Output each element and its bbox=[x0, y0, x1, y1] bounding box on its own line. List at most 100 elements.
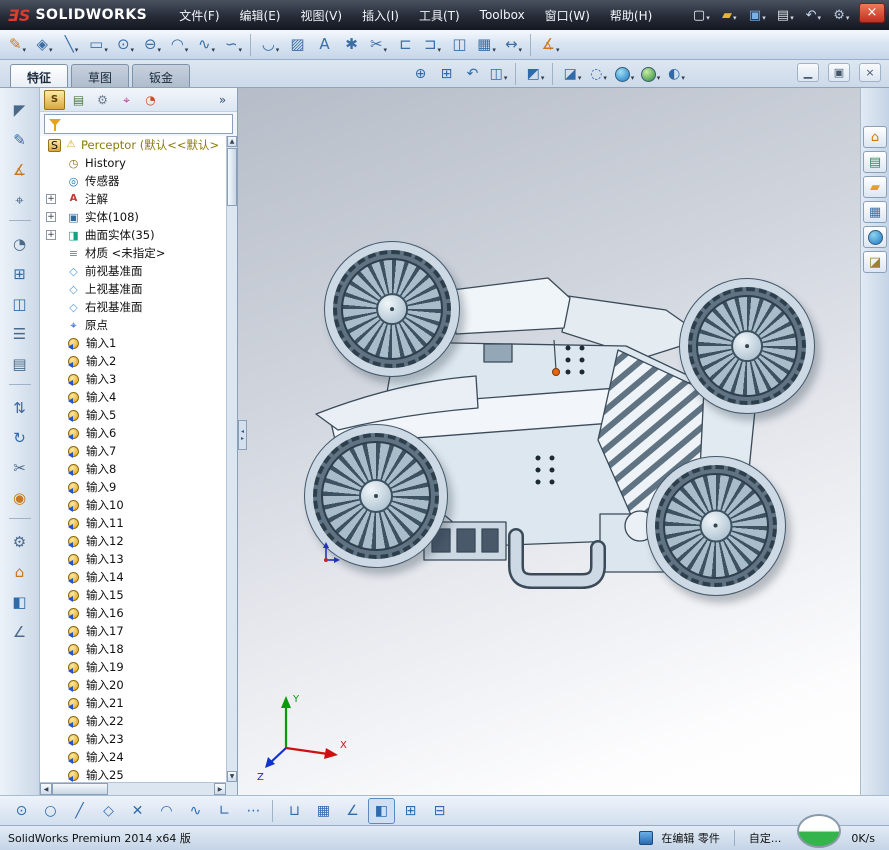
apply-scene-icon[interactable]: ▾ bbox=[638, 63, 663, 86]
tree-filter-input[interactable] bbox=[65, 116, 228, 132]
dropdown-caret[interactable]: ▾ bbox=[185, 46, 189, 57]
sketch-slot-icon[interactable]: ⊖▾ bbox=[139, 32, 166, 58]
design-library-icon[interactable]: ▤ bbox=[863, 151, 887, 173]
print-icon[interactable]: ▤▾ bbox=[772, 4, 798, 26]
tree-item-input-7[interactable]: 输入7 bbox=[40, 442, 226, 460]
tab-sketch[interactable]: 草图 bbox=[71, 64, 129, 87]
tree-item-input-20[interactable]: 输入20 bbox=[40, 676, 226, 694]
shaded-sketch-icon[interactable]: ◧ bbox=[368, 798, 395, 824]
dropdown-caret[interactable]: ▾ bbox=[681, 74, 685, 85]
tree-item-history[interactable]: ◷History bbox=[40, 154, 226, 172]
sketch-text-icon[interactable]: A bbox=[311, 32, 338, 58]
menu-view[interactable]: 视图(V) bbox=[292, 3, 350, 28]
tree-item-input-23[interactable]: 输入23 bbox=[40, 730, 226, 748]
dropdown-caret[interactable]: ▾ bbox=[438, 46, 442, 57]
dropdown-caret[interactable]: ▾ bbox=[504, 74, 508, 85]
split-view-icon[interactable]: ⊞ bbox=[397, 798, 424, 824]
sketch-line-icon[interactable]: ╲▾ bbox=[58, 32, 85, 58]
options-icon[interactable]: ⚙▾ bbox=[828, 4, 854, 26]
dropdown-caret[interactable]: ▾ bbox=[846, 14, 850, 25]
dropdown-caret[interactable]: ▾ bbox=[817, 14, 821, 25]
undo-icon[interactable]: ↶▾ bbox=[800, 4, 826, 26]
tree-item-surface-bodies[interactable]: +◨曲面实体(35) bbox=[40, 226, 226, 244]
expander-icon[interactable]: + bbox=[46, 230, 56, 240]
sketch-fillet-icon[interactable]: ◡▾ bbox=[257, 32, 284, 58]
dropdown-caret[interactable]: ▾ bbox=[541, 74, 545, 85]
shade-tool-icon[interactable]: ◧ bbox=[7, 590, 33, 614]
display-style-icon[interactable]: ◪▾ bbox=[560, 63, 585, 86]
angle-tool-icon[interactable]: ∠ bbox=[7, 620, 33, 644]
dropdown-caret[interactable]: ▾ bbox=[519, 46, 523, 57]
menu-file[interactable]: 文件(F) bbox=[171, 3, 227, 28]
scroll-right-icon[interactable]: ▶ bbox=[214, 783, 226, 795]
tree-tabs-overflow-icon[interactable]: » bbox=[212, 90, 233, 110]
collapse-view-icon[interactable]: ⊟ bbox=[426, 798, 453, 824]
sketch-spline-icon[interactable]: ∿▾ bbox=[193, 32, 220, 58]
scroll-down-icon[interactable]: ▼ bbox=[227, 771, 237, 782]
sketch-curve-icon[interactable]: ∽▾ bbox=[220, 32, 247, 58]
dropdown-caret[interactable]: ▾ bbox=[75, 46, 79, 57]
target-tool-icon[interactable]: ◉ bbox=[7, 486, 33, 510]
settings-tool-icon[interactable]: ⚙ bbox=[7, 530, 33, 554]
view-settings-icon[interactable]: ◐▾ bbox=[664, 63, 689, 86]
dropdown-caret[interactable]: ▾ bbox=[384, 46, 388, 57]
angle-snap-icon[interactable]: ∠ bbox=[339, 798, 366, 824]
snap-perpendicular-icon[interactable]: ∟ bbox=[211, 798, 238, 824]
tree-item-input-6[interactable]: 输入6 bbox=[40, 424, 226, 442]
tree-item-solid-bodies[interactable]: +▣实体(108) bbox=[40, 208, 226, 226]
dimxpertmanager-tab-icon[interactable]: ⌖ bbox=[116, 90, 137, 110]
dropdown-caret[interactable]: ▾ bbox=[23, 46, 27, 57]
scrollbar-thumb[interactable] bbox=[227, 148, 237, 206]
menu-edit[interactable]: 编辑(E) bbox=[232, 3, 289, 28]
select-tool-icon[interactable]: ◤ bbox=[7, 98, 33, 122]
weld-symbol-icon[interactable]: ⊔ bbox=[281, 798, 308, 824]
sketch-point-icon[interactable]: ✱ bbox=[338, 32, 365, 58]
dropdown-caret[interactable]: ▾ bbox=[790, 14, 794, 25]
tab-sheet-metal[interactable]: 钣金 bbox=[132, 64, 190, 87]
snap-spline-icon[interactable]: ∿ bbox=[182, 798, 209, 824]
trim-tool-icon[interactable]: ✂ bbox=[7, 456, 33, 480]
dropdown-caret[interactable]: ▾ bbox=[158, 46, 162, 57]
dropdown-caret[interactable]: ▾ bbox=[631, 74, 635, 85]
performance-gauge[interactable] bbox=[797, 814, 841, 848]
list-tool-icon[interactable]: ☰ bbox=[7, 322, 33, 346]
featuremanager-tab-icon[interactable]: S bbox=[44, 90, 65, 110]
mirror-entities-icon[interactable]: ◫ bbox=[446, 32, 473, 58]
tree-item-input-10[interactable]: 输入10 bbox=[40, 496, 226, 514]
hide-show-items-icon[interactable]: ◌▾ bbox=[586, 63, 611, 86]
relations-tool-icon[interactable]: ⌖ bbox=[7, 188, 33, 212]
tree-vertical-scrollbar[interactable]: ▲ ▼ bbox=[226, 136, 237, 782]
snap-intersection-icon[interactable]: ✕ bbox=[124, 798, 151, 824]
status-customize-link[interactable]: 自定... bbox=[749, 830, 782, 846]
trim-entities-icon[interactable]: ✂▾ bbox=[365, 32, 392, 58]
hatch-icon[interactable]: ▨ bbox=[284, 32, 311, 58]
window-minimize-icon[interactable]: ▁ bbox=[797, 63, 819, 82]
dimension-tool-icon[interactable]: ∡ bbox=[7, 158, 33, 182]
tree-item-input-17[interactable]: 输入17 bbox=[40, 622, 226, 640]
dropdown-caret[interactable]: ▾ bbox=[276, 46, 280, 57]
dropdown-caret[interactable]: ▾ bbox=[733, 14, 737, 25]
rotate-tool-icon[interactable]: ↻ bbox=[7, 426, 33, 450]
menu-help[interactable]: 帮助(H) bbox=[602, 3, 660, 28]
tree-item-input-1[interactable]: 输入1 bbox=[40, 334, 226, 352]
tree-item-input-12[interactable]: 输入12 bbox=[40, 532, 226, 550]
tree-item-material[interactable]: ≡材质 <未指定> bbox=[40, 244, 226, 262]
convert-entities-icon[interactable]: ⊏ bbox=[392, 32, 419, 58]
zoom-fit-icon[interactable]: ⊕ bbox=[408, 63, 433, 86]
dropdown-caret[interactable]: ▾ bbox=[239, 46, 243, 57]
snap-midpoint-icon[interactable]: ◇ bbox=[95, 798, 122, 824]
sketch-arc-icon[interactable]: ◠▾ bbox=[166, 32, 193, 58]
view-orientation-icon[interactable]: ◩▾ bbox=[523, 63, 548, 86]
window-restore-icon[interactable]: ▣ bbox=[828, 63, 850, 82]
previous-view-icon[interactable]: ↶ bbox=[460, 63, 485, 86]
dropdown-caret[interactable]: ▾ bbox=[492, 46, 496, 57]
swap-tool-icon[interactable]: ⇅ bbox=[7, 396, 33, 420]
menu-tools[interactable]: 工具(T) bbox=[411, 3, 468, 28]
tree-item-root[interactable]: S ⚠ Perceptor (默认<<默认> bbox=[40, 136, 226, 154]
menu-window[interactable]: 窗口(W) bbox=[537, 3, 598, 28]
section-view-icon[interactable]: ◫▾ bbox=[486, 63, 511, 86]
dropdown-caret[interactable]: ▾ bbox=[706, 14, 710, 25]
new-document-icon[interactable]: ▢▾ bbox=[688, 4, 714, 26]
panel-splitter-handle[interactable]: ◂▸ bbox=[238, 420, 247, 450]
edit-appearance-icon[interactable]: ▾ bbox=[612, 63, 637, 86]
